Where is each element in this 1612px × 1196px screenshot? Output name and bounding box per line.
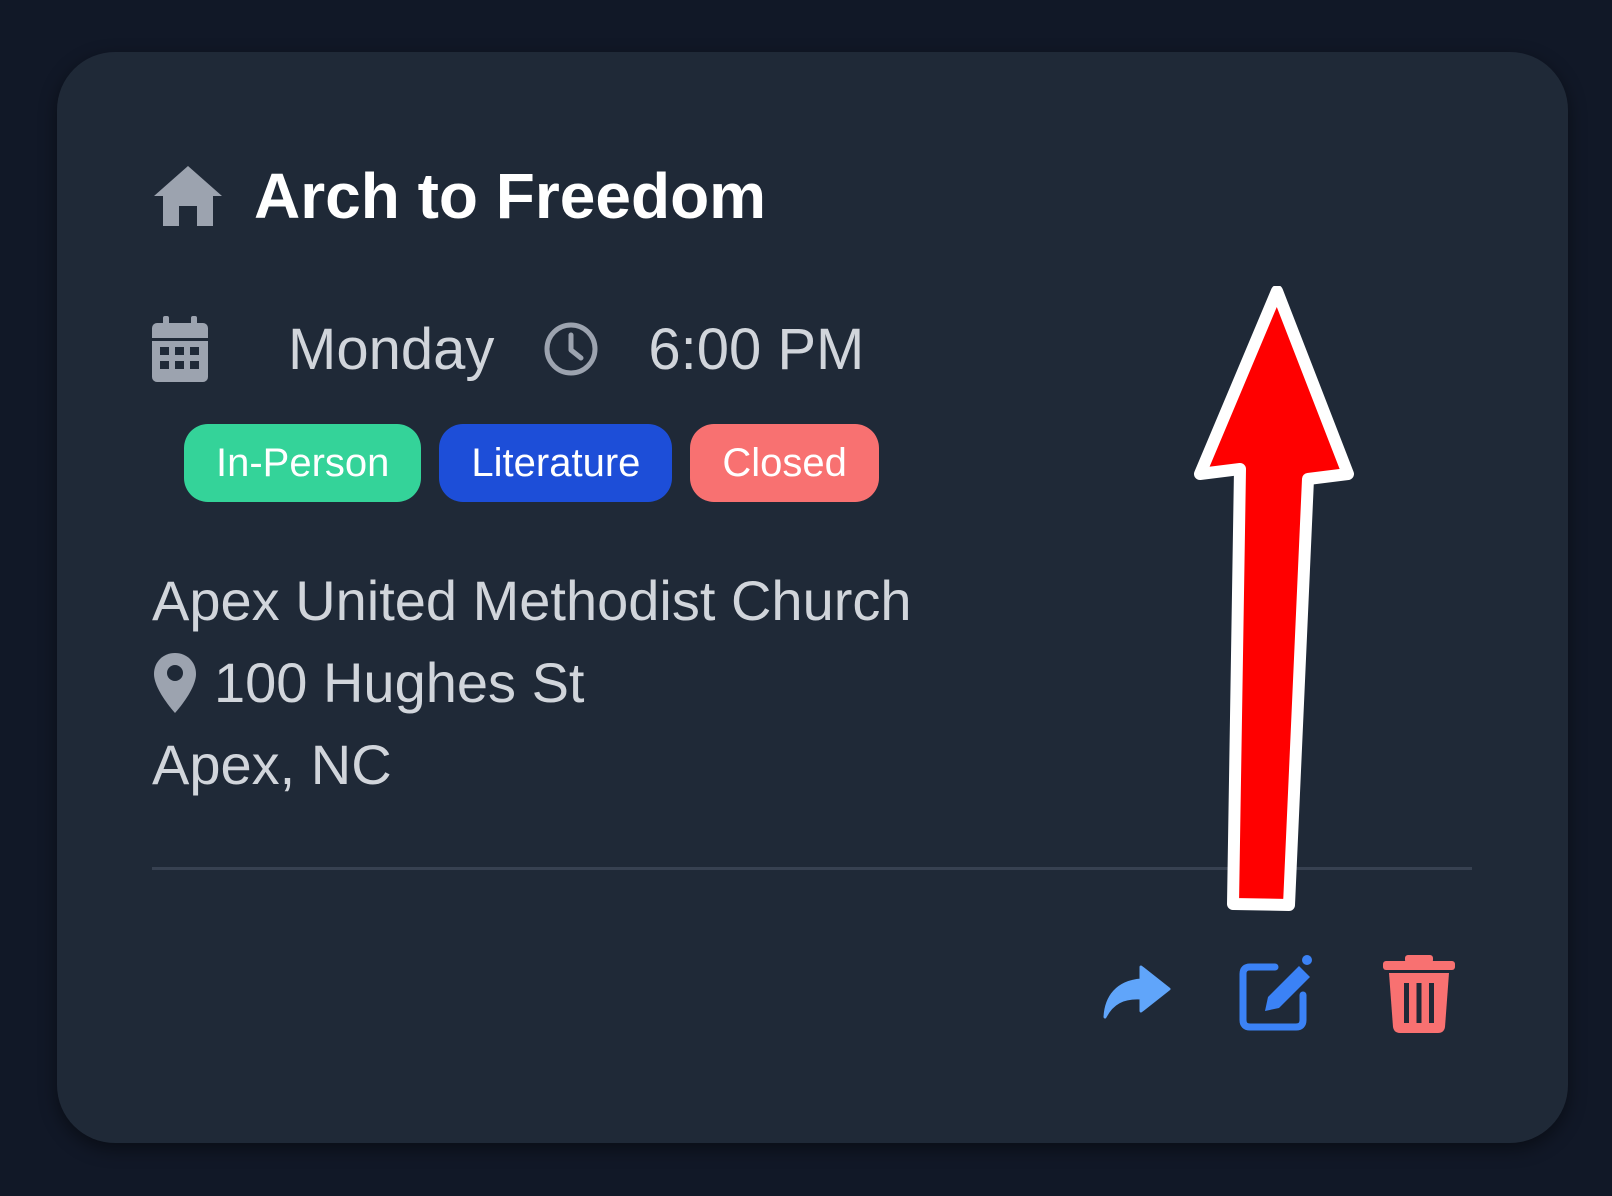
home-icon xyxy=(154,166,222,226)
meeting-title-row: Arch to Freedom xyxy=(152,160,766,232)
badge-literature: Literature xyxy=(439,424,673,502)
meeting-day: Monday xyxy=(288,316,495,382)
card-divider xyxy=(152,867,1472,870)
street-line: 100 Hughes St xyxy=(152,642,912,724)
delete-button[interactable] xyxy=(1379,953,1459,1033)
calendar-icon xyxy=(152,316,208,382)
badge-closed: Closed xyxy=(690,424,879,502)
meeting-badges: In-Person Literature Closed xyxy=(184,424,897,502)
share-button[interactable] xyxy=(1095,953,1175,1033)
schedule-row: Monday 6:00 PM xyxy=(152,316,864,382)
meeting-title: Arch to Freedom xyxy=(254,160,767,232)
city-state: Apex, NC xyxy=(152,733,392,796)
meeting-time: 6:00 PM xyxy=(648,316,865,382)
meeting-address: Apex United Methodist Church 100 Hughes … xyxy=(152,560,912,806)
card-actions xyxy=(1095,953,1459,1033)
street-address: 100 Hughes St xyxy=(214,651,585,714)
edit-icon xyxy=(1239,955,1312,1031)
map-pin-icon xyxy=(154,653,196,713)
trash-icon xyxy=(1383,955,1455,1033)
share-icon xyxy=(1103,965,1171,1019)
location-name: Apex United Methodist Church xyxy=(152,569,912,632)
clock-icon xyxy=(544,322,598,376)
edit-button[interactable] xyxy=(1237,953,1317,1033)
badge-in-person: In-Person xyxy=(184,424,422,502)
